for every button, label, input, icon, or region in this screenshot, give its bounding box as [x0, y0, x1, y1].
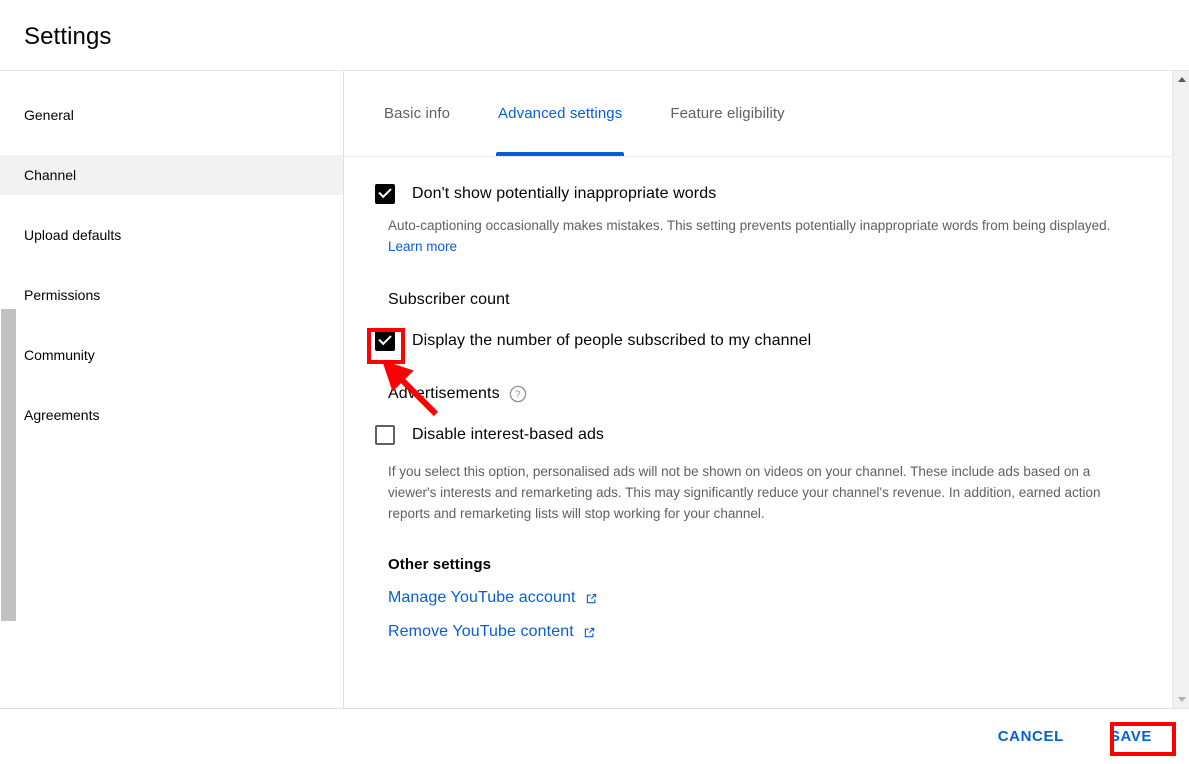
scrollbar-down-arrow[interactable] — [1173, 691, 1189, 708]
sidebar-item-general[interactable]: General — [0, 95, 343, 135]
remove-youtube-content-link[interactable]: Remove YouTube content — [388, 623, 1131, 641]
advertisements-heading: Advertisements ? — [388, 385, 1131, 403]
settings-sidebar: General Channel Upload defaults Permissi… — [0, 71, 343, 708]
subscriber-count-label: Display the number of people subscribed … — [412, 332, 812, 349]
page-title: Settings — [24, 23, 112, 50]
tab-basic-info[interactable]: Basic info — [384, 71, 450, 156]
sidebar-item-community[interactable]: Community — [0, 335, 343, 375]
sidebar-item-label: Channel — [24, 167, 77, 183]
scrollbar-thumb[interactable] — [1, 309, 16, 621]
svg-text:?: ? — [515, 390, 521, 401]
scrollbar-up-arrow[interactable] — [1173, 71, 1189, 88]
other-settings-heading: Other settings — [388, 556, 1131, 573]
sidebar-item-label: Upload defaults — [24, 227, 122, 243]
disable-interest-ads-row[interactable]: Disable interest-based ads — [375, 425, 1131, 445]
external-link-icon — [584, 591, 599, 606]
learn-more-link[interactable]: Learn more — [388, 239, 457, 254]
help-circle-icon[interactable]: ? — [509, 385, 527, 403]
inappropriate-words-label: Don't show potentially inappropriate wor… — [412, 185, 717, 202]
remove-youtube-content-label: Remove YouTube content — [388, 623, 574, 640]
disable-interest-ads-label: Disable interest-based ads — [412, 426, 605, 443]
tab-label: Feature eligibility — [670, 105, 785, 122]
vertical-scrollbar[interactable] — [1172, 71, 1189, 708]
tab-bar-divider — [344, 156, 1171, 157]
dialog-footer: CANCEL SAVE — [0, 709, 1189, 764]
tab-label: Advanced settings — [498, 105, 623, 122]
subscriber-count-row[interactable]: Display the number of people subscribed … — [375, 331, 1131, 351]
manage-youtube-account-link[interactable]: Manage YouTube account — [388, 589, 1131, 607]
manage-youtube-account-label: Manage YouTube account — [388, 589, 576, 606]
sidebar-item-label: General — [24, 107, 74, 123]
advanced-settings-content: Don't show potentially inappropriate wor… — [344, 156, 1171, 641]
tab-feature-eligibility[interactable]: Feature eligibility — [670, 71, 784, 156]
save-button[interactable]: SAVE — [1100, 720, 1162, 753]
sidebar-item-label: Permissions — [24, 287, 101, 303]
advertisements-helper: If you select this option, personalised … — [388, 464, 1101, 521]
sidebar-item-label: Agreements — [24, 407, 100, 423]
cancel-button[interactable]: CANCEL — [988, 720, 1074, 753]
other-settings-heading-label: Other settings — [388, 556, 492, 573]
inappropriate-words-helper: Auto-captioning occasionally makes mista… — [388, 215, 1131, 257]
settings-main-panel: Basic info Advanced settings Feature eli… — [344, 71, 1171, 708]
sidebar-item-channel[interactable]: Channel — [0, 155, 343, 195]
sidebar-item-permissions[interactable]: Permissions — [0, 275, 343, 315]
sidebar-top-spacer — [0, 71, 343, 95]
external-link-icon — [582, 625, 597, 640]
triangle-down-icon — [1177, 697, 1186, 702]
sidebar-item-agreements[interactable]: Agreements — [0, 395, 343, 435]
advertisements-heading-label: Advertisements — [388, 385, 500, 402]
sidebar-item-upload-defaults[interactable]: Upload defaults — [0, 215, 343, 255]
helper-text-body: Auto-captioning occasionally makes mista… — [388, 218, 1111, 233]
subscriber-count-heading-label: Subscriber count — [388, 291, 510, 308]
inappropriate-words-checkbox[interactable] — [375, 184, 395, 204]
tab-bar: Basic info Advanced settings Feature eli… — [344, 71, 1171, 156]
triangle-up-icon — [1177, 77, 1186, 82]
disable-interest-ads-checkbox[interactable] — [375, 425, 395, 445]
tab-advanced-settings[interactable]: Advanced settings — [496, 71, 625, 156]
subscriber-count-heading: Subscriber count — [388, 291, 1131, 309]
subscriber-count-checkbox[interactable] — [375, 331, 395, 351]
sidebar-item-label: Community — [24, 347, 95, 363]
inappropriate-words-row[interactable]: Don't show potentially inappropriate wor… — [375, 184, 1131, 204]
tab-label: Basic info — [384, 105, 451, 122]
